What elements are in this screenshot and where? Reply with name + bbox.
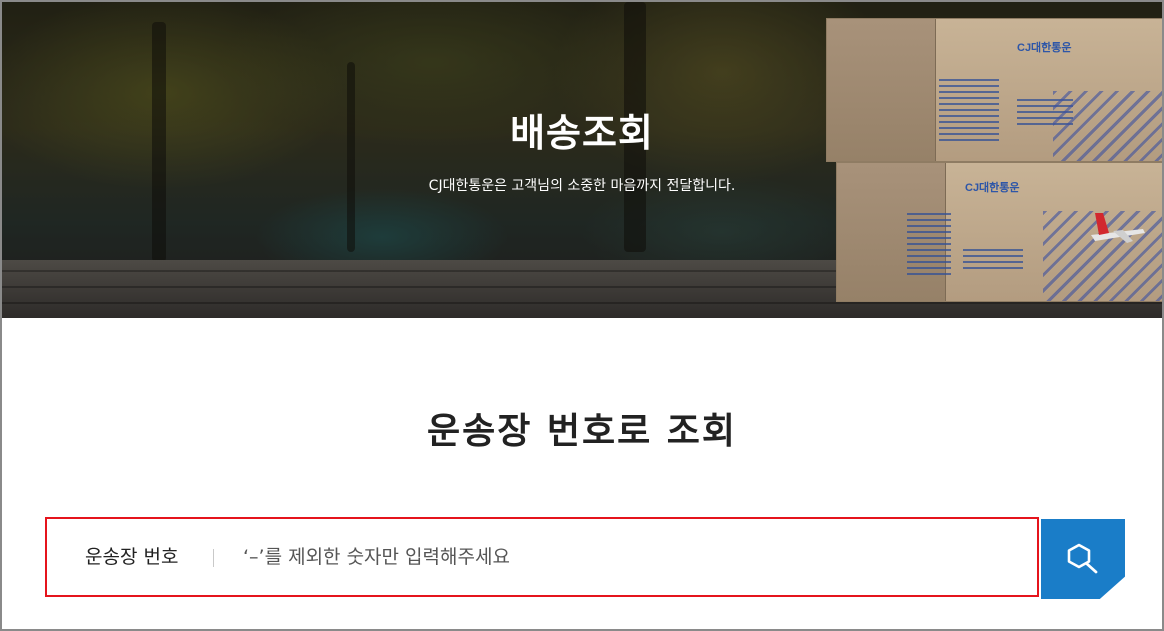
search-button[interactable] <box>1041 519 1125 599</box>
tracking-number-input[interactable] <box>243 533 1003 581</box>
page-frame: CJ대한통운 CJ대한통운 배송조회 CJ대한통운은 고객님의 소중한 마음까지… <box>2 2 1162 629</box>
search-icon <box>1067 543 1098 574</box>
hero-subtitle: CJ대한통운은 고객님의 소중한 마음까지 전달합니다. <box>428 178 736 194</box>
hero-banner: CJ대한통운 CJ대한통운 배송조회 CJ대한통운은 고객님의 소중한 마음까지… <box>2 2 1162 318</box>
tracking-number-label: 운송장 번호 <box>85 546 179 568</box>
toy-airplane-image <box>1091 213 1145 243</box>
tracking-heading: 운송장 번호로 조회 <box>426 411 738 452</box>
label-divider <box>213 549 214 567</box>
hero-title: 배송조회 <box>510 111 654 155</box>
tracking-search-box: 운송장 번호 <box>45 517 1039 597</box>
box-logo: CJ대한통운 <box>1017 42 1072 54</box>
